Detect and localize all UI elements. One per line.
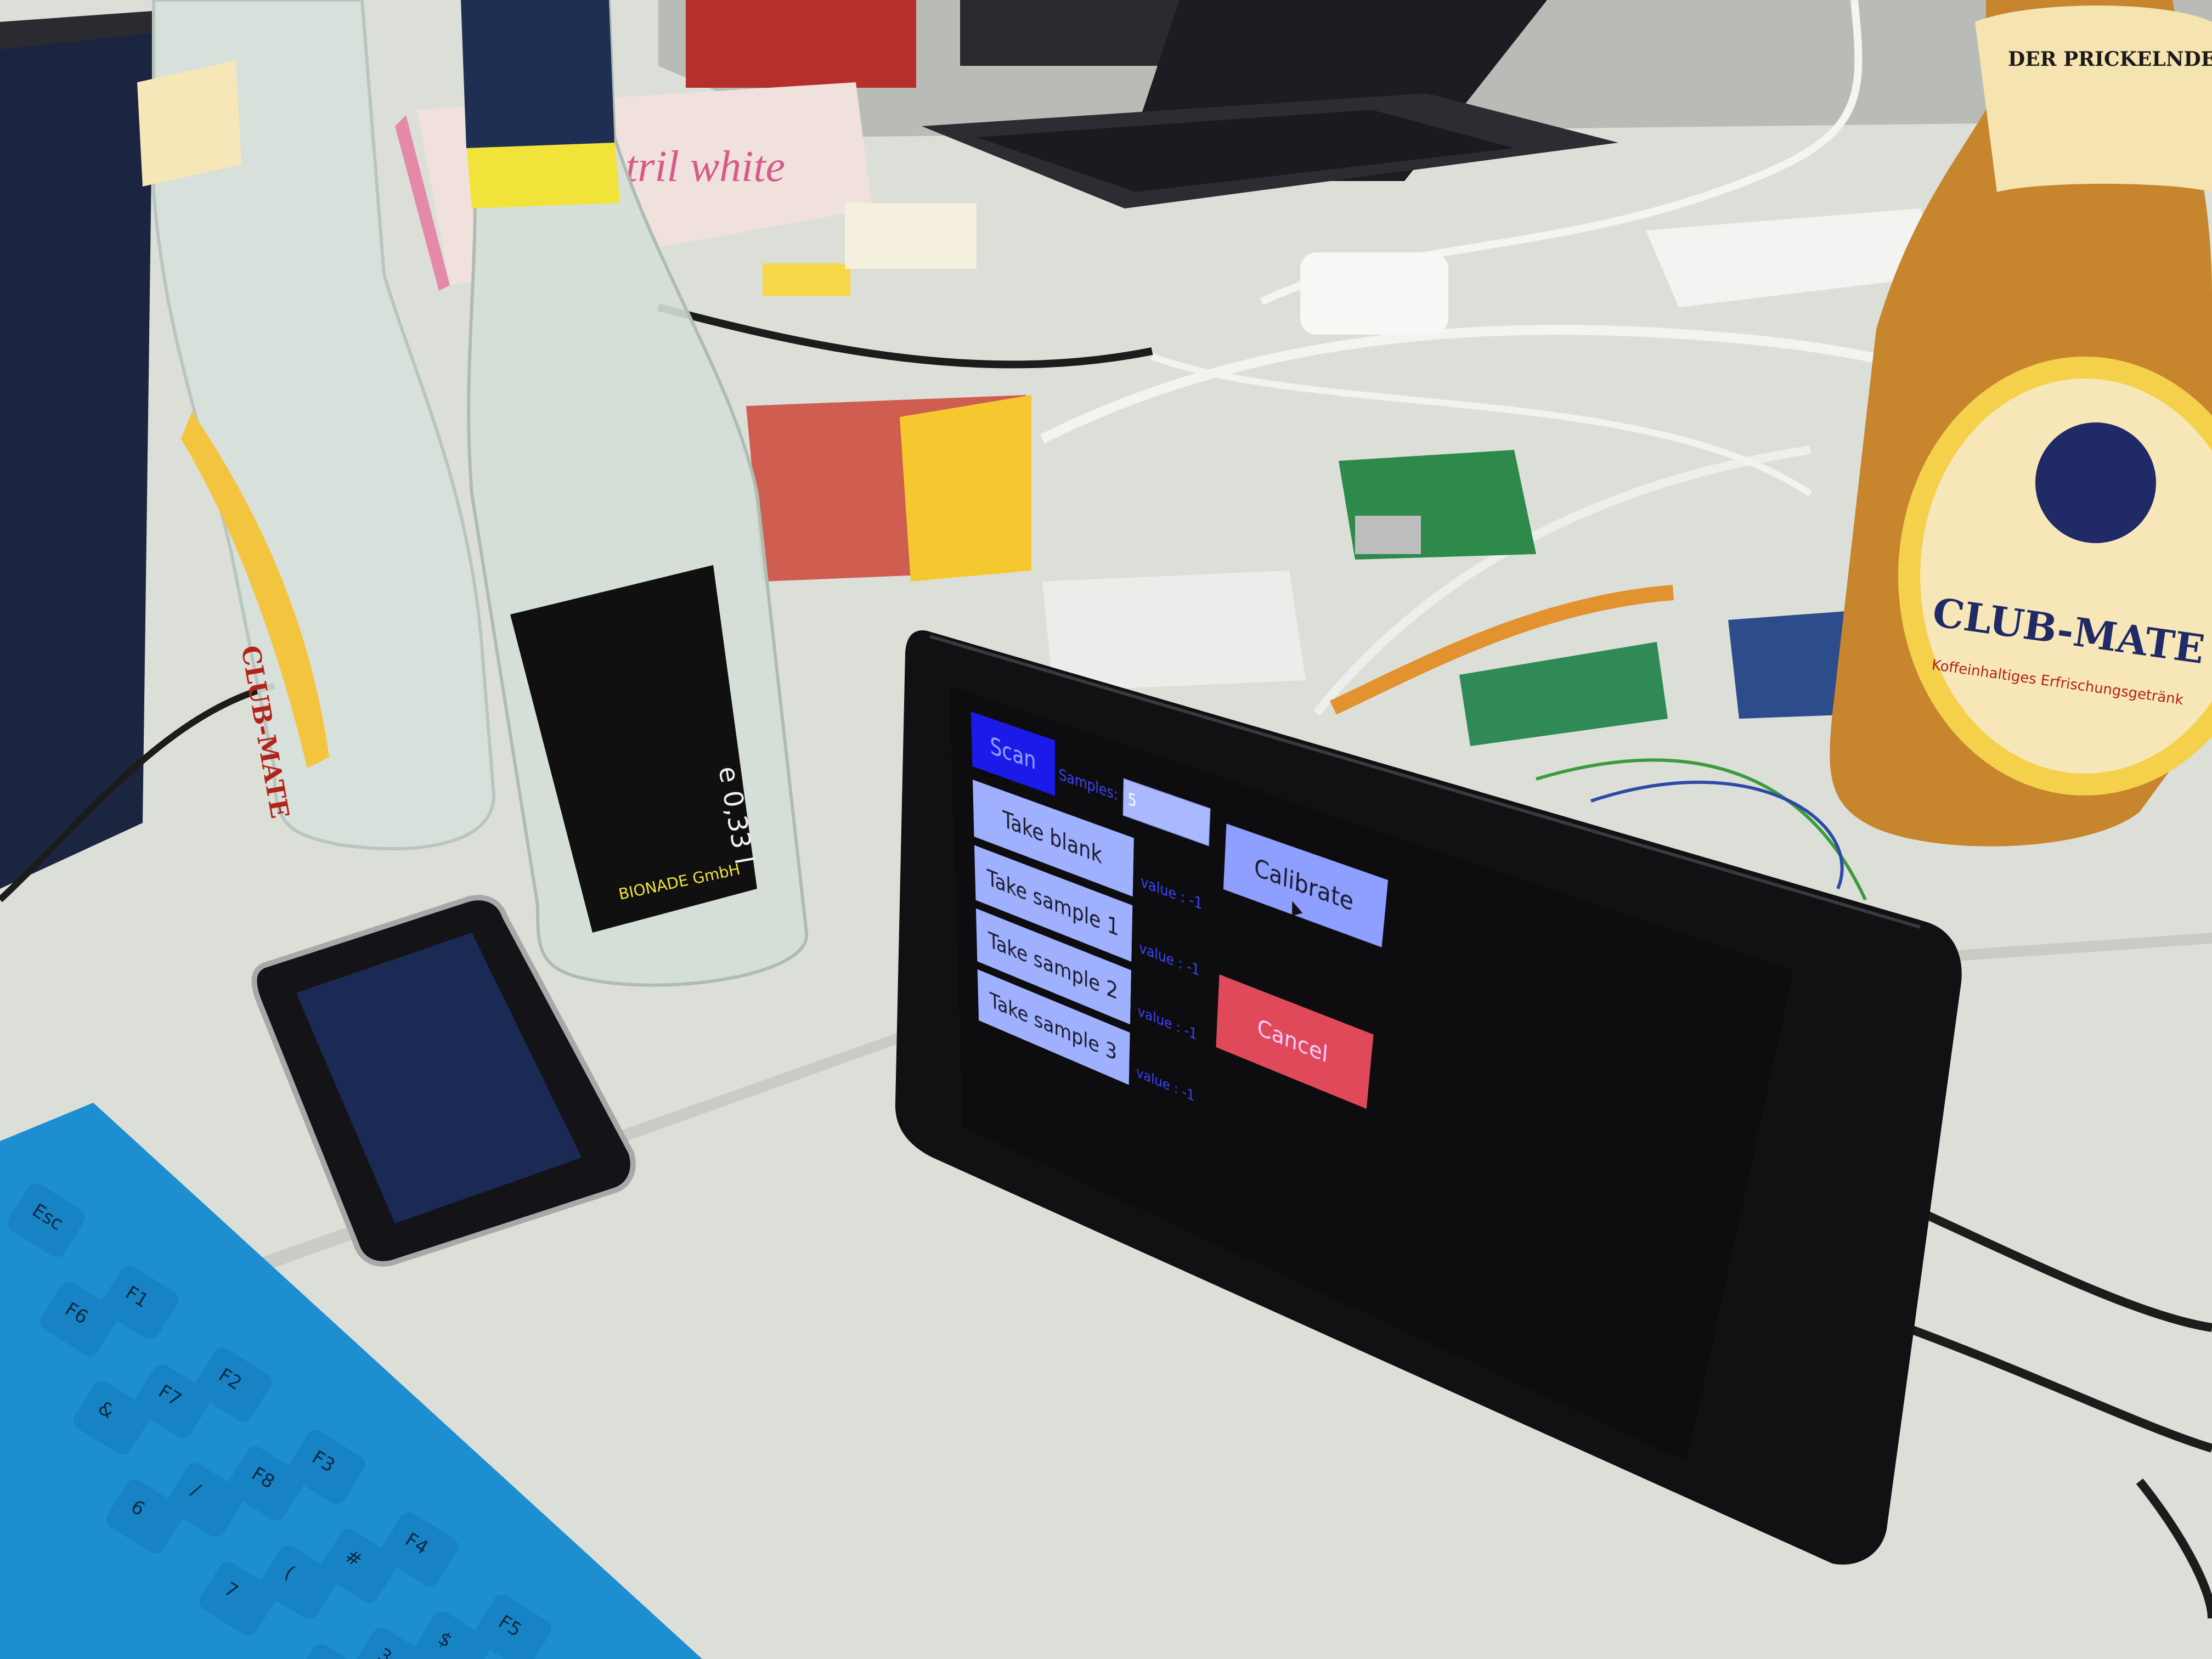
- power-adapter: [1300, 252, 1448, 335]
- person-torso: [686, 0, 916, 88]
- yellow-block: [763, 263, 850, 296]
- person-arm: [960, 0, 1190, 66]
- bottle-left-neck-label: [137, 60, 241, 187]
- tissue-box-text: tril white: [625, 143, 785, 191]
- calibrate-button[interactable]: Calibrate: [1223, 823, 1389, 947]
- clear-case: [1042, 571, 1306, 691]
- bottle-right-tagline: DER PRICKELNDE: [2008, 48, 2212, 71]
- bottle-right-mascot: [2035, 422, 2156, 543]
- bottle-right-neck: [1975, 5, 2212, 192]
- cancel-button[interactable]: Cancel: [1216, 974, 1374, 1109]
- samples-label: Samples:: [1058, 765, 1119, 805]
- blank-value-label: value : -1: [1140, 872, 1203, 914]
- samples-input[interactable]: [1122, 778, 1211, 847]
- bottle-mid-cap: [461, 0, 614, 148]
- bottle-mid-collar: [466, 137, 620, 208]
- card-stack-front: [900, 395, 1031, 582]
- sample-1-value-label: value : -1: [1139, 939, 1200, 980]
- pi-ethernet: [1355, 516, 1421, 554]
- sample-2-value-label: value : -1: [1137, 1002, 1198, 1044]
- clear-box: [845, 203, 977, 269]
- left-laptop: [0, 11, 154, 889]
- sample-3-value-label: value : -1: [1136, 1064, 1195, 1105]
